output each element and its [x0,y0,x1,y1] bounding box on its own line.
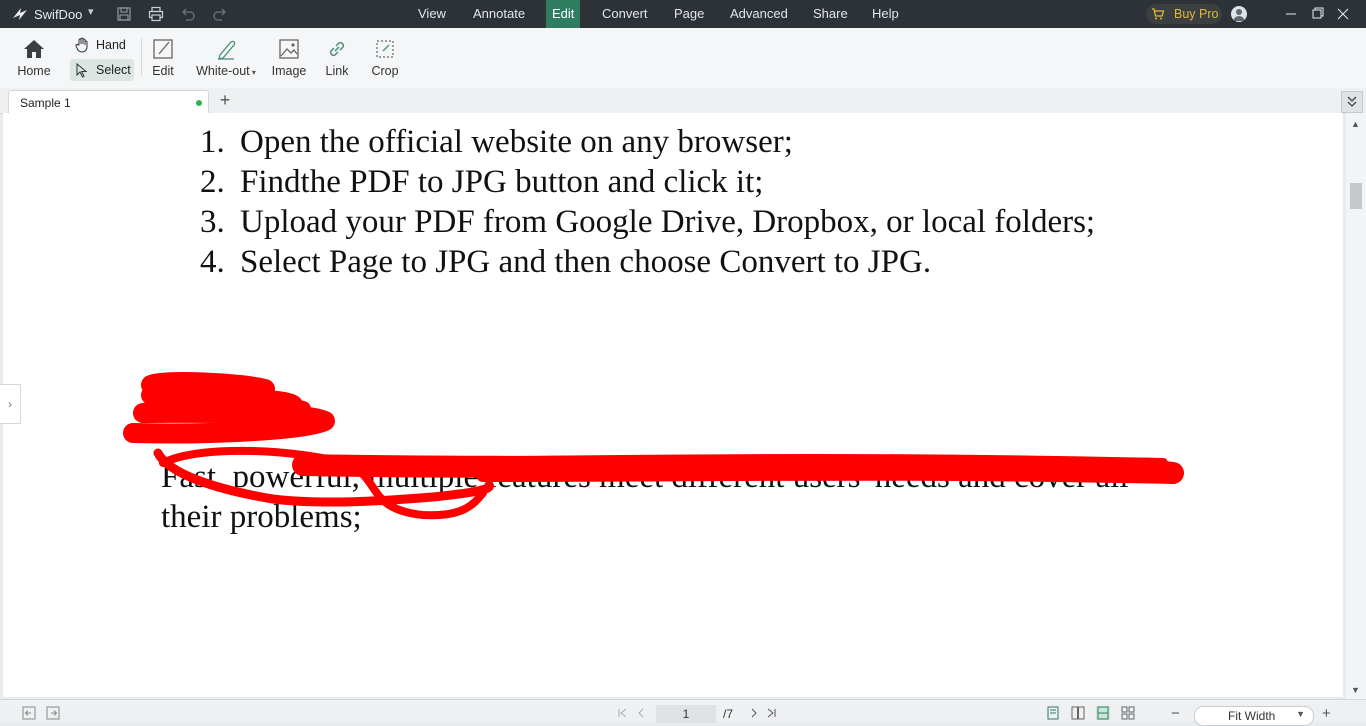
menu-annotate[interactable]: Annotate [467,0,531,28]
double-chevron-down-icon [1347,96,1357,107]
title-bar: SwifDoo ▾ View Annotate Edit Convert Pag… [0,0,1366,28]
collapse-ribbon-button[interactable] [1341,91,1363,113]
menu-page[interactable]: Page [668,0,710,28]
menu-help[interactable]: Help [866,0,905,28]
swifdoo-logo-icon [13,8,27,20]
menu-share[interactable]: Share [807,0,854,28]
menu-view[interactable]: View [412,0,452,28]
scroll-down-icon[interactable]: ▼ [1351,685,1360,695]
status-bar: 1 /7 − Fit Width ▼ + [0,699,1366,726]
red-ink-redaction [123,372,1184,520]
hand-icon [75,37,88,53]
select-label: Select [96,63,131,77]
home-icon [24,40,44,58]
edit-ribbon: Home Hand Select Edit White-out ▾ Image … [0,28,1366,88]
menu-advanced[interactable]: Advanced [724,0,794,28]
side-panel-toggle-icon[interactable]: › [0,384,21,424]
page-number-input[interactable]: 1 [656,705,716,723]
cart-icon [1152,8,1165,20]
print-icon[interactable] [148,6,164,22]
zoom-value: Fit Width [1228,709,1276,723]
last-page-icon[interactable] [764,706,778,720]
menu-convert[interactable]: Convert [596,0,654,28]
image-icon [279,39,299,59]
previous-page-icon[interactable] [634,706,648,720]
buy-pro-button[interactable]: Buy Pro [1146,4,1222,24]
tab-label: Sample 1 [20,96,71,110]
link-icon [329,41,345,57]
close-icon [1337,8,1349,20]
close-button[interactable] [1320,0,1366,28]
white-out-label: White-out ▾ [196,64,256,78]
previous-view-icon[interactable] [22,706,36,720]
save-icon[interactable] [116,6,132,22]
ribbon-divider [141,38,142,76]
zoom-in-icon[interactable]: + [1322,705,1331,722]
account-avatar-icon[interactable] [1231,6,1247,22]
two-page-view-icon[interactable] [1071,706,1085,720]
edit-tool-button[interactable]: Edit [146,28,180,84]
hand-label: Hand [96,38,126,52]
app-menu-chevron-icon[interactable]: ▾ [88,5,94,18]
crop-tool-button[interactable]: Crop [369,28,401,84]
grid-view-icon[interactable] [1121,706,1135,720]
tab-sample-1[interactable]: Sample 1 [8,90,209,114]
app-name[interactable]: SwifDoo [34,7,82,22]
buy-pro-label: Buy Pro [1174,7,1219,21]
next-view-icon[interactable] [46,706,60,720]
redo-icon[interactable] [212,6,228,22]
edit-text-icon [153,39,173,59]
next-page-icon[interactable] [747,706,761,720]
document-page[interactable]: 1. Open the official website on any brows… [3,113,1343,697]
eraser-pen-icon [218,40,236,60]
crop-label: Crop [371,64,399,78]
white-out-button[interactable]: White-out ▾ [193,28,259,84]
image-tool-button[interactable]: Image [270,28,308,84]
continuous-view-icon[interactable] [1096,706,1110,720]
chevron-down-icon: ▼ [1296,709,1305,719]
first-page-icon[interactable] [616,706,630,720]
total-pages: /7 [723,707,734,721]
vertical-scrollbar[interactable]: ▲ ▼ [1346,113,1366,699]
zoom-select[interactable]: Fit Width ▼ [1194,706,1314,726]
edit-label: Edit [152,64,174,78]
crop-icon [376,40,394,58]
home-label: Home [17,64,51,78]
zoom-out-icon[interactable]: − [1171,705,1180,722]
single-page-view-icon[interactable] [1046,706,1060,720]
menu-edit[interactable]: Edit [546,0,581,28]
unsaved-indicator [196,100,202,106]
cursor-arrow-icon [76,62,88,78]
home-button[interactable]: Home [10,28,58,84]
add-tab-icon[interactable]: + [217,90,233,110]
select-tool-button[interactable]: Select [70,59,134,81]
undo-icon[interactable] [180,6,196,22]
link-label: Link [325,64,349,78]
scroll-up-icon[interactable]: ▲ [1351,119,1360,129]
image-label: Image [271,64,307,78]
link-tool-button[interactable]: Link [322,28,352,84]
document-tab-bar: Sample 1 + [0,88,1366,114]
hand-tool-button[interactable]: Hand [70,34,130,56]
scroll-thumb[interactable] [1350,183,1362,209]
